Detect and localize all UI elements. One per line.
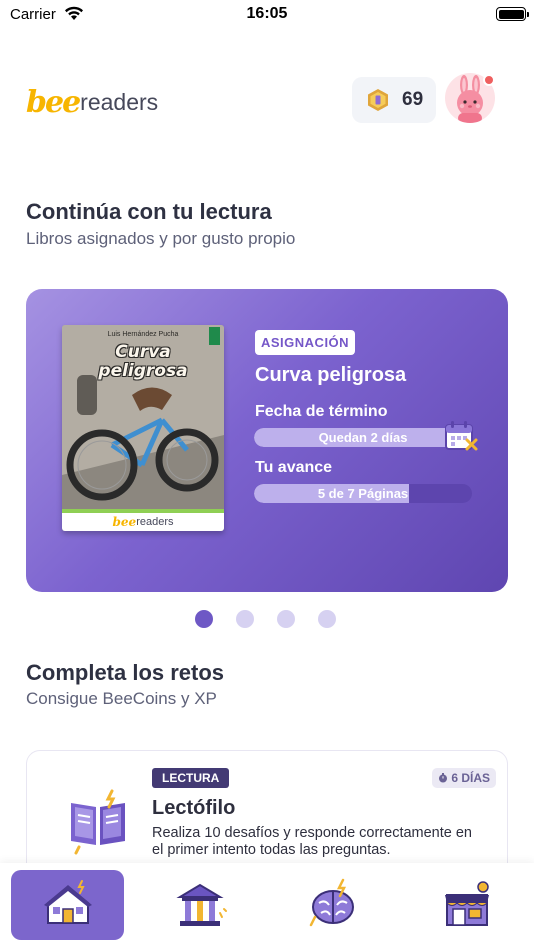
challenge-description: Realiza 10 desafíos y responde correctam… (152, 825, 472, 858)
app-logo: bee readers (26, 82, 158, 122)
book-cover[interactable]: Luis Hernández Pucha Curva peligrosa bee… (62, 325, 224, 531)
tab-brain[interactable] (276, 870, 389, 940)
tab-library[interactable] (143, 870, 256, 940)
book-cover-title-line1: Curva (115, 342, 171, 362)
book-cover-brand: bee readers (62, 509, 224, 531)
tab-store[interactable] (410, 870, 523, 940)
challenge-days: 6 DÍAS (451, 771, 490, 785)
carousel-pager (195, 610, 336, 628)
book-cover-author: Luis Hernández Pucha (107, 331, 179, 338)
due-date-bar: Quedan 2 días (254, 428, 472, 447)
carousel-dot[interactable] (277, 610, 295, 628)
carousel-dot[interactable] (318, 610, 336, 628)
progress-bar: 5 de 7 Páginas (254, 484, 472, 503)
challenge-category-tag: LECTURA (152, 768, 230, 788)
battery-icon (496, 7, 529, 21)
reading-section-title: Continúa con tu lectura (26, 199, 272, 224)
beecoins-counter[interactable]: 69 (352, 77, 436, 123)
progress-text: 5 de 7 Páginas (317, 486, 409, 501)
open-book-icon (71, 789, 125, 855)
beecoin-icon (368, 89, 388, 111)
calendar-icon (445, 421, 478, 451)
challenges-section-title: Completa los retos (26, 660, 225, 685)
progress-label: Tu avance (255, 459, 333, 476)
clock: 16:05 (246, 5, 288, 22)
challenge-title: Lectófilo (152, 797, 236, 819)
tab-home[interactable] (11, 870, 124, 940)
cover-brand-bee: bee (112, 515, 137, 529)
library-icon (175, 883, 227, 926)
timer-icon (439, 773, 448, 783)
brain-icon (309, 878, 354, 927)
notification-dot (483, 74, 495, 86)
assignment-tag: ASIGNACIÓN (255, 330, 356, 355)
book-cover-title-line2: peligrosa (98, 361, 188, 381)
reading-section-subtitle: Libros asignados y por gusto propio (26, 229, 296, 248)
challenge-days-badge: 6 DÍAS (432, 768, 496, 788)
due-date-text: Quedan 2 días (318, 430, 408, 445)
beecoins-count: 69 (402, 89, 424, 110)
current-book-card[interactable]: Luis Hernández Pucha Curva peligrosa bee… (26, 289, 508, 592)
flag-icon (209, 327, 220, 345)
carousel-dot[interactable] (236, 610, 254, 628)
due-date-label: Fecha de término (255, 403, 388, 420)
carousel-dot[interactable] (195, 610, 213, 628)
home-icon (43, 880, 92, 924)
book-cover-title: Curva peligrosa (62, 343, 224, 381)
status-bar: Carrier 16:05 (0, 0, 534, 30)
book-title: Curva peligrosa (255, 364, 407, 386)
tab-bar (0, 863, 534, 950)
logo-bee-mark: bee (26, 84, 81, 120)
cover-brand-text: readers (136, 516, 174, 528)
logo-wordmark: readers (80, 88, 159, 115)
store-icon (444, 881, 489, 926)
challenges-section-subtitle: Consigue BeeCoins y XP (26, 689, 217, 708)
